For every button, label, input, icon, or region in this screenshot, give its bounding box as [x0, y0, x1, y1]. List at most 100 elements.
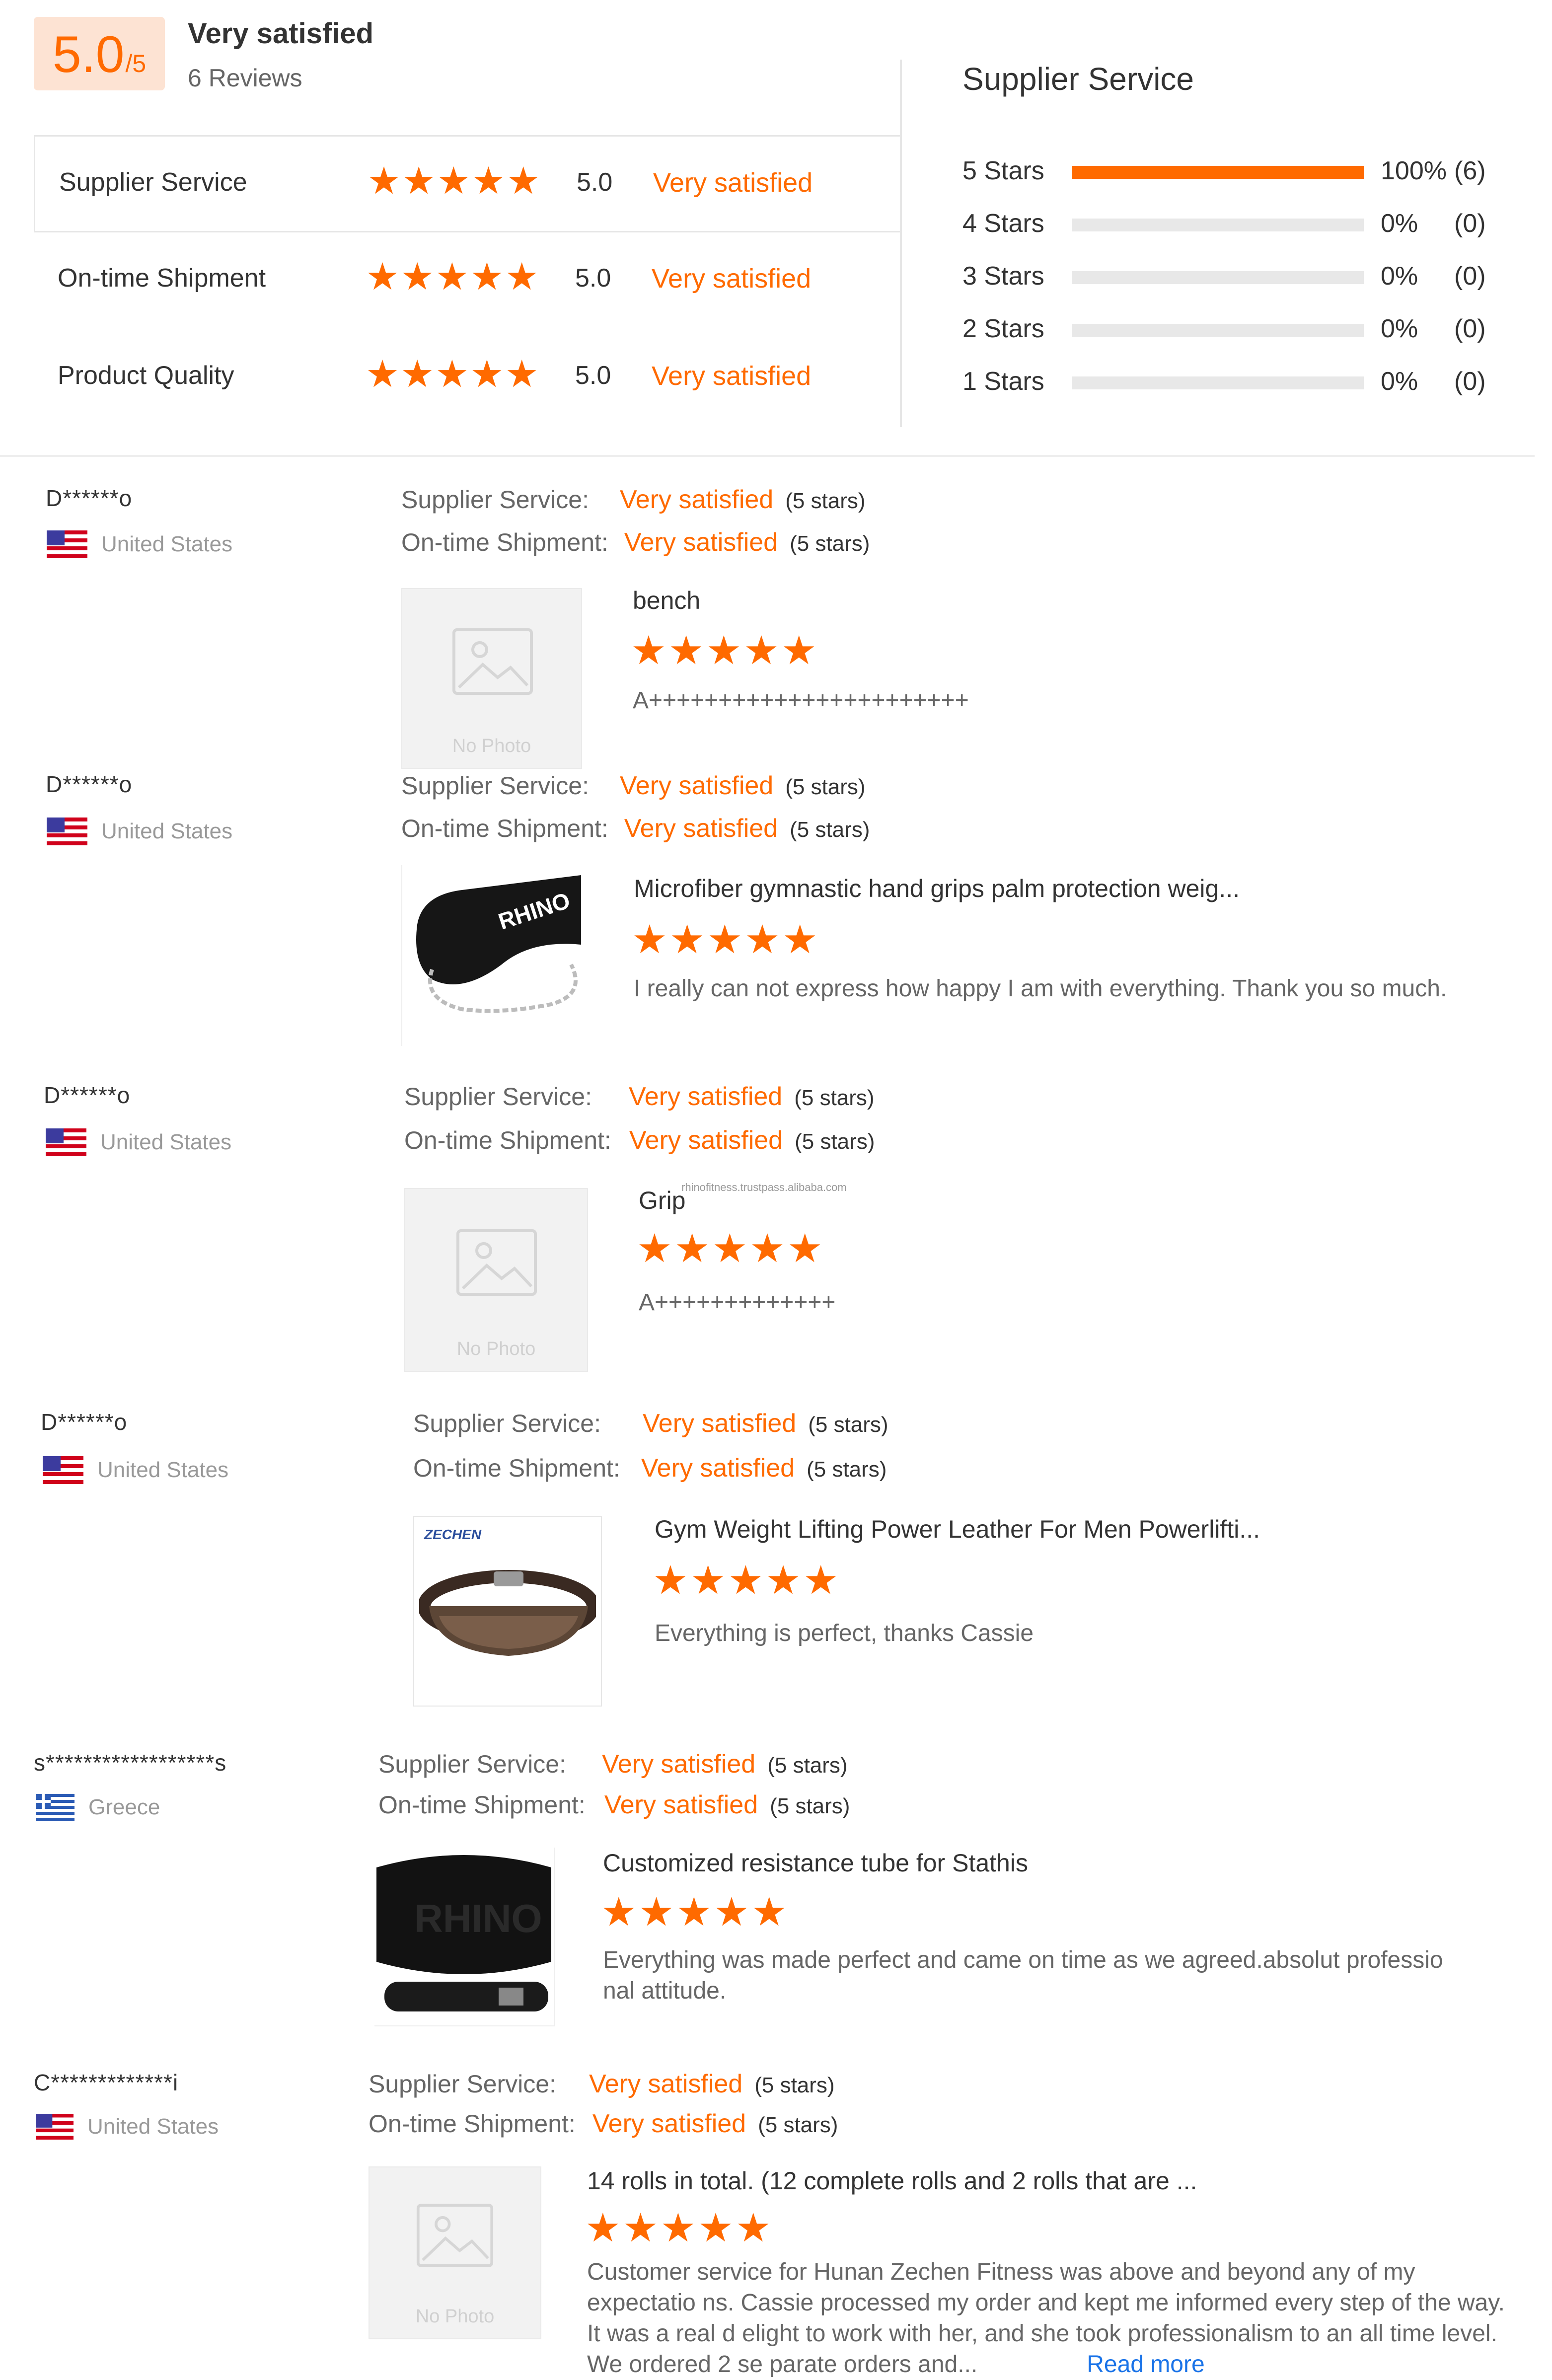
- overall-score-max: /5: [125, 50, 147, 77]
- us-flag-icon: [47, 818, 87, 845]
- supplier-service-label: Supplier Service:: [401, 772, 589, 800]
- supplier-service-value: Very satisfied: [601, 1750, 756, 1779]
- product-thumbnail[interactable]: ZECHEN: [413, 1516, 602, 1707]
- product-title[interactable]: Microfiber gymnastic hand grips palm pro…: [634, 874, 1240, 903]
- reviewer-name: D******o: [46, 771, 133, 797]
- supplier-service-value: Very satisfied: [642, 1409, 797, 1438]
- distribution-count: (0): [1454, 262, 1486, 291]
- stars-count: (5 stars): [758, 2113, 838, 2137]
- no-photo-icon: [452, 628, 533, 695]
- star-icon: ★: [585, 2206, 621, 2250]
- overall-rating-label: Very satisfied: [188, 17, 373, 50]
- star-icon: ★: [674, 1226, 710, 1270]
- distribution-bar: [1072, 324, 1364, 337]
- distribution-label: 1 Stars: [962, 367, 1044, 396]
- product-thumbnail[interactable]: No Photo: [401, 588, 582, 769]
- stars-count: (5 stars): [790, 818, 870, 842]
- stars-count: (5 stars): [770, 1794, 850, 1818]
- distribution-label: 3 Stars: [962, 262, 1044, 291]
- distribution-bar-fill: [1072, 166, 1364, 179]
- star-icon: ★: [638, 1890, 674, 1934]
- ontime-shipment-value: Very satisfied: [592, 2109, 746, 2138]
- reviewer-name: D******o: [41, 1409, 128, 1435]
- star-icon: ★: [631, 628, 666, 672]
- ontime-shipment-label: On-time Shipment:: [378, 1791, 586, 1819]
- stars-count: (5 stars): [767, 1753, 848, 1778]
- rating-text: Very satisfied: [652, 361, 812, 391]
- product-title[interactable]: bench: [633, 586, 700, 615]
- ontime-shipment-label: On-time Shipment:: [369, 2110, 576, 2138]
- reviewer-name: C*************i: [34, 2070, 179, 2095]
- supplier-service-value: Very satisfied: [589, 2070, 743, 2098]
- distribution-row: 3 Stars 0% (0): [962, 257, 1534, 297]
- supplier-service-rating: Supplier Service: Very satisfied (5 stars): [401, 771, 866, 801]
- product-title[interactable]: 14 rolls in total. (12 complete rolls an…: [587, 2166, 1197, 2195]
- product-stars: ★★★★★: [601, 1892, 789, 1932]
- star-icon: ★: [782, 917, 818, 962]
- ontime-shipment-rating: On-time Shipment: Very satisfied (5 stars): [413, 1453, 887, 1483]
- star-icon: ★: [505, 256, 539, 298]
- star-icon: ★: [660, 2206, 696, 2250]
- reviewer-country: United States: [46, 1128, 231, 1156]
- rating-row-ontime-shipment[interactable]: On-time Shipment ★★★★★ 5.0 Very satisfie…: [34, 232, 902, 330]
- star-icon: ★: [367, 160, 401, 202]
- country-name: United States: [97, 1458, 229, 1482]
- star-icon: ★: [735, 2206, 771, 2250]
- star-icon: ★: [402, 160, 436, 202]
- reviewer-name: D******o: [46, 485, 133, 511]
- review-comment: A+++++++++++++: [639, 1289, 836, 1316]
- product-title[interactable]: Grip: [639, 1186, 685, 1215]
- product-thumbnail[interactable]: RHINO: [401, 865, 582, 1046]
- rating-score: 5.0: [575, 264, 611, 293]
- distribution-row: 2 Stars 0% (0): [962, 310, 1534, 350]
- supplier-service-rating: Supplier Service: Very satisfied (5 stars): [413, 1409, 888, 1438]
- star-icon: ★: [765, 1558, 801, 1602]
- star-icon: ★: [653, 1558, 688, 1602]
- stars-count: (5 stars): [795, 1129, 875, 1154]
- star-icon: ★: [601, 1890, 637, 1934]
- rating-stars: ★★★★★: [367, 162, 541, 200]
- svg-text:RHINO: RHINO: [414, 1896, 542, 1940]
- distribution-count: (6): [1454, 156, 1486, 185]
- reviewer-country: United States: [47, 530, 232, 558]
- distribution-count: (0): [1454, 209, 1486, 238]
- stars-count: (5 stars): [785, 775, 866, 799]
- supplier-service-label: Supplier Service:: [378, 1750, 566, 1778]
- supplier-service-rating: Supplier Service: Very satisfied (5 stars): [378, 1749, 848, 1779]
- ontime-shipment-label: On-time Shipment:: [401, 528, 608, 556]
- country-name: United States: [100, 1130, 232, 1154]
- distribution-bar: [1072, 166, 1364, 179]
- star-icon: ★: [400, 256, 435, 298]
- product-stars: ★★★★★: [631, 631, 819, 670]
- ontime-shipment-value: Very satisfied: [624, 528, 778, 557]
- star-icon: ★: [435, 256, 469, 298]
- read-more-link[interactable]: Read more: [1087, 2351, 1204, 2378]
- star-icon: ★: [470, 353, 504, 395]
- rating-row-product-quality[interactable]: Product Quality ★★★★★ 5.0 Very satisfied: [34, 330, 902, 427]
- star-icon: ★: [669, 917, 705, 962]
- distribution-label: 2 Stars: [962, 314, 1044, 343]
- stars-count: (5 stars): [807, 1457, 887, 1482]
- product-title[interactable]: Customized resistance tube for Stathis: [603, 1849, 1028, 1877]
- ontime-shipment-rating: On-time Shipment: Very satisfied (5 stars): [401, 814, 870, 843]
- product-title[interactable]: Gym Weight Lifting Power Leather For Men…: [655, 1515, 1260, 1544]
- rating-row-supplier-service[interactable]: Supplier Service ★★★★★ 5.0 Very satisfie…: [34, 135, 902, 232]
- supplier-service-rating: Supplier Service: Very satisfied (5 stars): [369, 2069, 835, 2099]
- review-comment-text: Customer service for Hunan Zechen Fitnes…: [587, 2259, 1505, 2378]
- panel-divider: [900, 60, 902, 427]
- star-icon: ★: [751, 1890, 787, 1934]
- ontime-shipment-label: On-time Shipment:: [413, 1454, 620, 1482]
- product-thumbnail[interactable]: RHINO: [374, 1848, 555, 2026]
- distribution-label: 5 Stars: [962, 156, 1044, 185]
- star-icon: ★: [749, 1226, 785, 1270]
- product-thumbnail[interactable]: No Photo: [404, 1188, 588, 1372]
- distribution-bar: [1072, 271, 1364, 284]
- reviewer-name: s******************s: [34, 1750, 227, 1776]
- star-icon: ★: [714, 1890, 749, 1934]
- review-count: 6 Reviews: [188, 64, 302, 92]
- product-thumbnail[interactable]: No Photo: [369, 2166, 541, 2339]
- ontime-shipment-rating: On-time Shipment: Very satisfied (5 stars): [404, 1125, 875, 1155]
- star-icon: ★: [706, 628, 742, 672]
- ontime-shipment-value: Very satisfied: [624, 814, 778, 843]
- star-icon: ★: [803, 1558, 839, 1602]
